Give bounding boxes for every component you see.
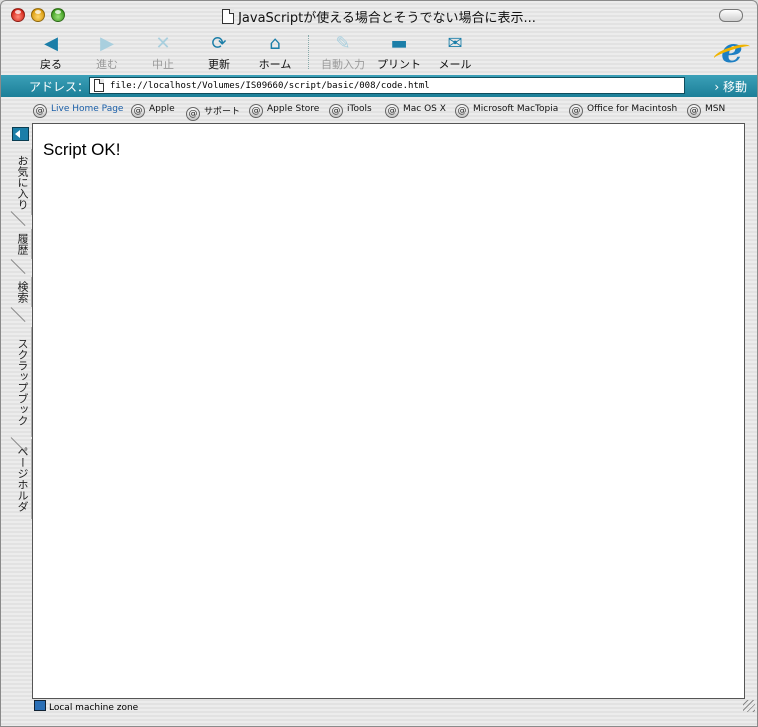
tab-scrapbook[interactable]: スクラップブック: [11, 327, 32, 437]
refresh-button[interactable]: ⟳ 更新: [191, 33, 247, 72]
document-icon: [222, 9, 235, 24]
security-zone-text: Local machine zone: [49, 703, 139, 713]
tab-page-holder[interactable]: ページホルダ: [11, 439, 32, 519]
computer-zone-icon: [34, 700, 46, 711]
pencil-icon: ✎: [335, 33, 351, 54]
mail-label: メール: [438, 58, 472, 71]
at-icon: @: [329, 104, 343, 118]
toolbar-separator: [308, 35, 309, 69]
favorite-link[interactable]: @ iTools: [329, 104, 372, 118]
page-body-text: Script OK!: [43, 140, 121, 159]
back-arrow-icon: ◀: [44, 33, 58, 54]
tab-divider: [10, 259, 26, 274]
home-button[interactable]: ⌂ ホーム: [247, 33, 303, 72]
favorite-link[interactable]: @ Apple Store: [249, 104, 319, 118]
envelope-icon: ✉: [447, 33, 463, 54]
at-icon: @: [186, 107, 200, 121]
toolbar-collapse-button[interactable]: [719, 9, 743, 22]
title-bar[interactable]: JavaScriptが使える場合とそうでない場合に表示...: [1, 1, 757, 29]
at-icon: @: [249, 104, 263, 118]
print-button[interactable]: ▬ プリント: [371, 33, 427, 72]
address-label: アドレス：: [29, 80, 90, 94]
at-icon: @: [455, 104, 469, 118]
tab-favorites[interactable]: お気に入り: [11, 149, 32, 215]
address-bar: アドレス： › 移動: [1, 75, 757, 97]
forward-arrow-icon: ▶: [100, 33, 114, 54]
go-label: 移動: [722, 80, 747, 94]
browser-window: JavaScriptが使える場合とそうでない場合に表示... ◀ 戻る ▶ 進む…: [0, 0, 758, 727]
back-button[interactable]: ◀ 戻る: [23, 33, 79, 72]
explorer-bar-tabs: お気に入り 履歴 検索 スクラップブック ページホルダ: [9, 125, 32, 695]
favorite-link[interactable]: @ Microsoft MacTopia: [455, 104, 558, 118]
refresh-label: 更新: [208, 58, 230, 71]
at-icon: @: [131, 104, 145, 118]
print-label: プリント: [377, 58, 421, 71]
page-content[interactable]: Script OK!: [32, 123, 745, 699]
at-icon: @: [569, 104, 583, 118]
go-arrow-icon: ›: [714, 80, 720, 94]
home-icon: ⌂: [269, 33, 281, 54]
forward-button[interactable]: ▶ 進む: [79, 33, 135, 72]
stop-x-icon: ✕: [155, 33, 171, 54]
favorite-link[interactable]: @ Live Home Page: [33, 104, 123, 118]
tab-history[interactable]: 履歴: [11, 229, 32, 259]
back-label: 戻る: [40, 58, 62, 71]
resize-grip-icon[interactable]: [743, 700, 755, 712]
refresh-icon: ⟳: [211, 33, 227, 54]
tab-search[interactable]: 検索: [11, 277, 32, 307]
go-button[interactable]: › 移動: [714, 78, 747, 95]
stop-button[interactable]: ✕ 中止: [135, 33, 191, 72]
toolbar: ◀ 戻る ▶ 進む ✕ 中止 ⟳ 更新 ⌂ ホーム ✎ 自動入力 ▬ プリント …: [1, 31, 757, 73]
address-field[interactable]: [89, 77, 685, 94]
home-label: ホーム: [258, 58, 292, 71]
explorer-bar-toggle-icon[interactable]: [12, 127, 29, 141]
favorite-link[interactable]: @ MSN: [687, 104, 725, 118]
mail-button[interactable]: ✉ メール: [427, 33, 483, 72]
at-icon: @: [33, 104, 47, 118]
stop-label: 中止: [152, 58, 174, 71]
at-icon: @: [687, 104, 701, 118]
window-title: JavaScriptが使える場合とそうでない場合に表示...: [238, 11, 536, 26]
favorite-link[interactable]: @ Mac OS X: [385, 104, 446, 118]
internet-explorer-logo-icon[interactable]: e: [715, 34, 749, 69]
page-document-icon[interactable]: [94, 79, 104, 92]
favorite-link[interactable]: @ サポート: [186, 104, 240, 121]
at-icon: @: [385, 104, 399, 118]
autofill-label: 自動入力: [321, 58, 365, 71]
tab-divider: [10, 307, 26, 322]
favorites-bar: @ Live Home Page @ Apple @ サポート @ Apple Stor…: [1, 101, 757, 121]
favorite-link[interactable]: @ Office for Macintosh: [569, 104, 677, 118]
window-title-area: JavaScriptが使える場合とそうでない場合に表示...: [1, 7, 757, 26]
url-input[interactable]: [110, 79, 680, 93]
autofill-button[interactable]: ✎ 自動入力: [315, 33, 371, 72]
forward-label: 進む: [96, 58, 118, 71]
favorite-link[interactable]: @ Apple: [131, 104, 175, 118]
printer-icon: ▬: [390, 33, 408, 54]
status-bar: Local machine zone: [32, 700, 732, 714]
